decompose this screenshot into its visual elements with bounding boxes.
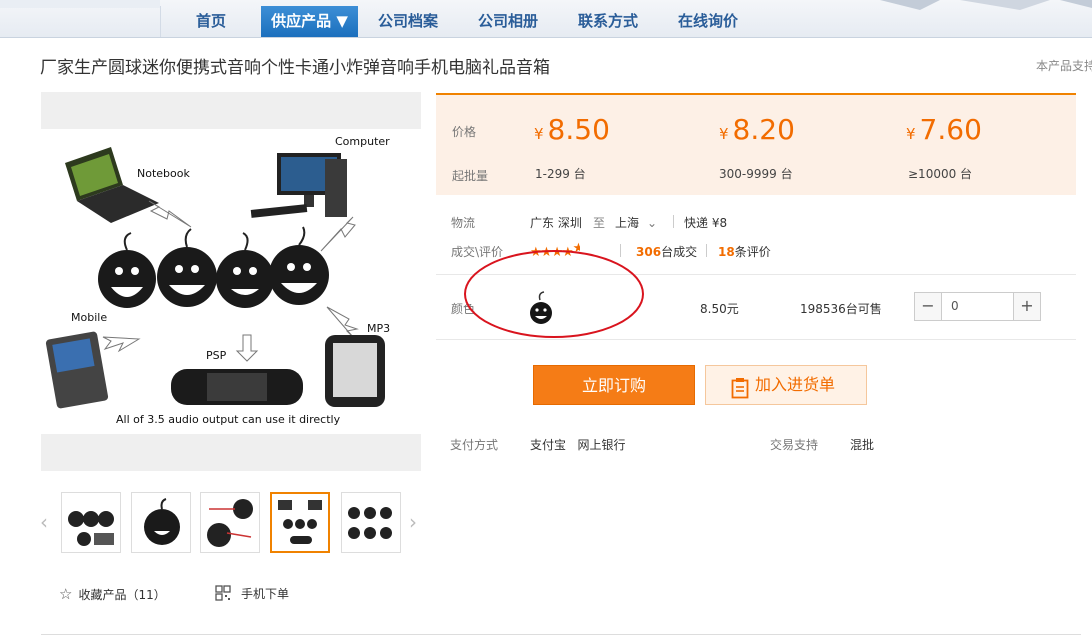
main-nav: 首页 供应产品 ▼ 公司档案 公司相册 联系方式 在线询价 (160, 6, 758, 37)
nav-company-profile[interactable]: 公司档案 (358, 6, 458, 37)
clipboard-list-icon (731, 375, 749, 413)
quantity-input[interactable]: 0 (941, 293, 1014, 320)
thumbs-prev-arrow[interactable]: ‹ (40, 510, 48, 534)
nav-products[interactable]: 供应产品 ▼ (261, 6, 358, 37)
logistics-divider (673, 215, 674, 228)
logistics-from: 广东 深圳 (530, 216, 582, 230)
quantity-stepper: − 0 + (914, 292, 1041, 321)
variant-stock: 198536台可售 (800, 302, 882, 316)
price-tier-3: ¥7.60 (906, 113, 982, 146)
quantity-plus-button[interactable]: + (1014, 293, 1040, 320)
price-tier-1: ¥8.50 (534, 113, 610, 146)
label-mobile: Mobile (71, 311, 107, 324)
payment-label: 支付方式 (450, 438, 499, 452)
qty-tier-1: 1-299 台 (535, 167, 586, 181)
star-outline-icon: ☆ (59, 585, 73, 603)
variant-price: 8.50元 (700, 302, 739, 316)
chevron-down-icon: ⌄ (647, 216, 658, 230)
label-notebook: Notebook (137, 167, 190, 180)
trade-support-value: 混批 (850, 438, 875, 452)
image-caption: All of 3.5 audio output can use it direc… (116, 413, 341, 426)
product-title: 厂家生产圆球迷你便携式音响个性卡通小炸弹音响手机电脑礼品音箱 (40, 58, 550, 78)
nav-inquiry[interactable]: 在线询价 (658, 6, 758, 37)
bottom-divider (41, 634, 1081, 635)
order-now-button[interactable]: 立即订购 (533, 365, 695, 405)
mobile-order-link[interactable]: 手机下单 (215, 585, 289, 604)
support-text: 本产品支持 (1036, 59, 1092, 73)
thumbnail-3[interactable] (200, 492, 260, 553)
thumbnail-4-selected[interactable] (270, 492, 330, 553)
thumbs-next-arrow[interactable]: › (409, 510, 417, 534)
mobile-order-label: 手机下单 (241, 587, 290, 601)
logistics-express: 快递 ¥8 (684, 216, 728, 230)
nav-home[interactable]: 首页 (161, 6, 261, 37)
add-to-cart-button[interactable]: 加入进货单 (705, 365, 867, 405)
price-label: 价格 (452, 125, 477, 139)
qty-tier-2: 300-9999 台 (719, 167, 793, 181)
review-count-link[interactable]: 18条评价 (718, 243, 771, 260)
label-mp3: MP3 (367, 322, 390, 335)
header-graphic (880, 0, 1092, 10)
qty-tier-3: ≥10000 台 (908, 167, 973, 181)
logistics-to: 上海 (615, 216, 640, 230)
main-product-image[interactable]: Notebook Computer Mobile PSP MP3 All of … (41, 92, 421, 471)
label-psp: PSP (206, 349, 227, 362)
qr-code-icon (215, 585, 231, 604)
add-to-cart-label: 加入进货单 (755, 375, 836, 394)
logistics-label: 物流 (451, 216, 476, 230)
trade-support-label: 交易支持 (770, 438, 819, 452)
label-computer: Computer (335, 135, 390, 148)
annotation-circle (464, 250, 644, 338)
reviews-divider-2 (706, 244, 707, 257)
favorite-link[interactable]: ☆ 收藏产品（11） (59, 585, 166, 603)
quantity-minus-button[interactable]: − (915, 293, 941, 320)
psp-illustration (171, 369, 303, 405)
moq-label: 起批量 (452, 169, 489, 183)
nav-company-album[interactable]: 公司相册 (458, 6, 558, 37)
price-tier-2: ¥8.20 (719, 113, 795, 146)
thumbnail-1[interactable] (61, 492, 121, 553)
logistics-to-sep: 至 (593, 216, 606, 230)
logistics-destination-select[interactable]: 上海 ⌄ (615, 214, 657, 231)
price-panel: 价格 起批量 ¥8.50 ¥8.20 ¥7.60 1-299 台 300-999… (436, 93, 1076, 195)
top-nav-bar: 首页 供应产品 ▼ 公司档案 公司相册 联系方式 在线询价 (0, 0, 1092, 38)
payment-methods: 支付宝 网上银行 (530, 438, 626, 452)
thumbnail-5[interactable] (341, 492, 401, 553)
product-photo: Notebook Computer Mobile PSP MP3 All of … (41, 129, 421, 434)
header-decoration (0, 0, 160, 8)
nav-contact[interactable]: 联系方式 (558, 6, 658, 37)
thumbnail-2[interactable] (131, 492, 191, 553)
mp3-illustration (325, 335, 385, 407)
favorite-label: 收藏产品（11） (78, 588, 166, 602)
